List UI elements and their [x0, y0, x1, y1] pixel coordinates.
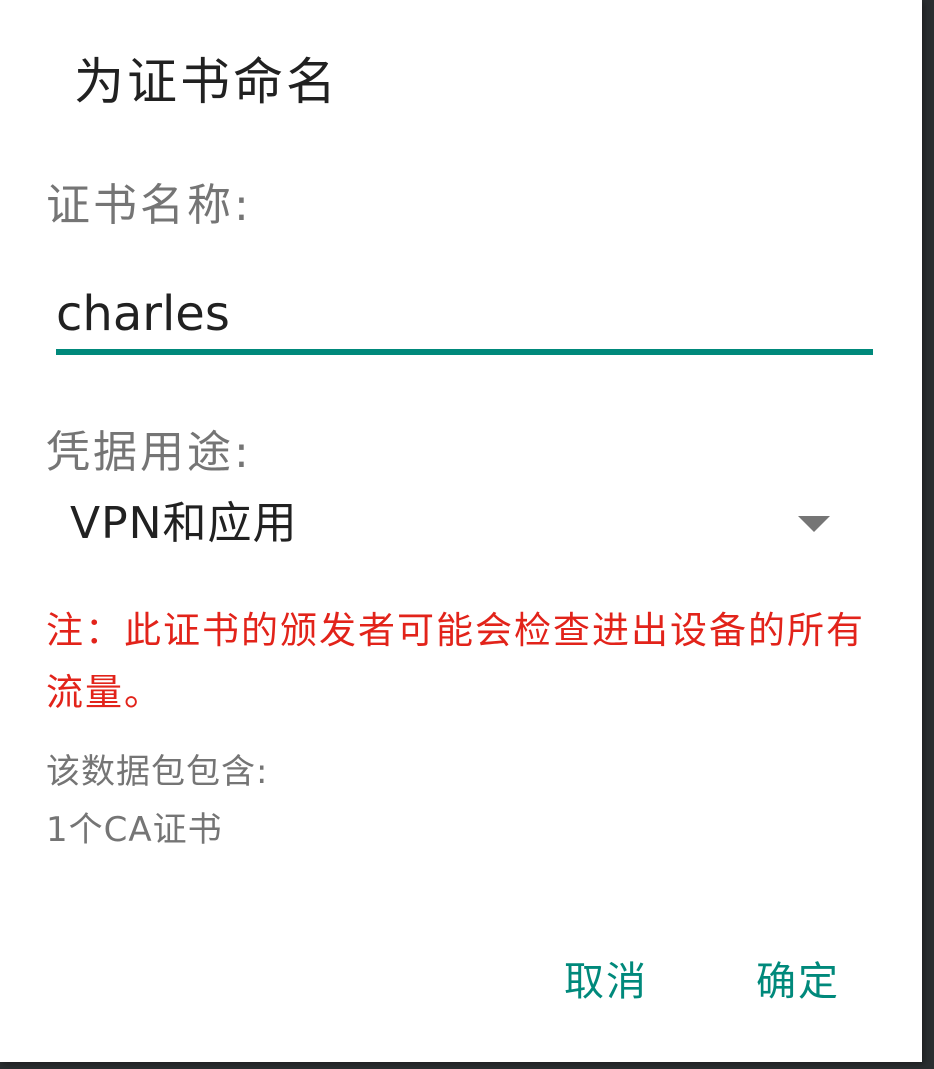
usage-label: 凭据用途:	[46, 427, 252, 478]
cancel-button[interactable]: 取消	[564, 958, 648, 1006]
usage-spinner[interactable]: VPN和应用	[60, 492, 850, 558]
cert-name-input[interactable]	[56, 278, 872, 350]
ok-button[interactable]: 确定	[756, 958, 840, 1006]
dropdown-arrow-icon	[798, 516, 830, 532]
cert-name-label: 证书名称:	[46, 180, 252, 231]
package-contains-label: 该数据包包含:	[46, 752, 269, 792]
warning-text: 注：此证书的颁发者可能会检查进出设备的所有流量。	[46, 609, 865, 714]
dialog-title: 为证书命名	[74, 53, 339, 111]
certificate-name-dialog: 为证书命名 证书名称: 凭据用途: VPN和应用 注：此证书的颁发者可能会检查进…	[0, 0, 922, 1062]
usage-selected-value: VPN和应用	[70, 498, 298, 549]
input-underline	[56, 349, 873, 355]
package-contains-value: 1个CA证书	[46, 810, 223, 850]
